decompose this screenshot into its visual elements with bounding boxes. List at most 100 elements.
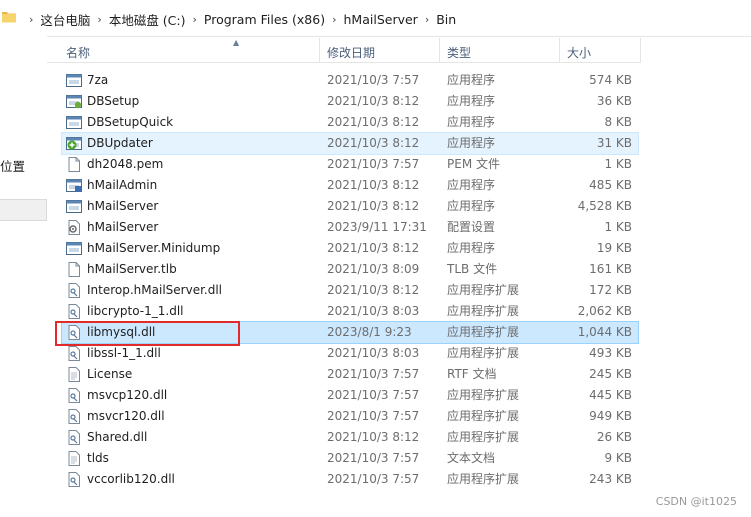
breadcrumb-separator-icon[interactable]: ›: [193, 13, 197, 26]
column-divider[interactable]: [439, 38, 440, 62]
file-row[interactable]: libcrypto-1_1.dll 2021/10/3 8:03 应用程序扩展 2,0…: [62, 301, 638, 322]
file-type: 应用程序: [447, 241, 496, 255]
file-type: 应用程序: [447, 94, 496, 108]
file-type: 应用程序扩展: [447, 346, 520, 360]
file-row[interactable]: msvcr120.dll 2021/10/3 7:57 应用程序扩展 949 KB: [62, 406, 638, 427]
file-row[interactable]: msvcp120.dll 2021/10/3 7:57 应用程序扩展 445 KB: [62, 385, 638, 406]
file-row[interactable]: hMailAdmin 2021/10/3 8:12 应用程序 485 KB: [62, 175, 638, 196]
file-name: hMailServer.tlb: [87, 262, 177, 276]
file-type: 应用程序: [447, 73, 496, 87]
file-row[interactable]: tlds 2021/10/3 7:57 文本文档 9 KB: [62, 448, 638, 469]
file-row[interactable]: dh2048.pem 2021/10/3 7:57 PEM 文件 1 KB: [62, 154, 638, 175]
breadcrumb-separator-icon[interactable]: ›: [332, 13, 336, 26]
file-row[interactable]: Shared.dll 2021/10/3 8:12 应用程序扩展 26 KB: [62, 427, 638, 448]
breadcrumb-item[interactable]: 这台电脑: [40, 10, 90, 29]
file-list: 7za 2021/10/3 7:57 应用程序 574 KB DBSetup 2021/1…: [61, 70, 639, 490]
breadcrumb-item[interactable]: Program Files (x86): [204, 12, 325, 27]
file-size: 243 KB: [589, 472, 632, 486]
file-date-modified: 2021/10/3 8:03: [327, 304, 420, 318]
address-bar[interactable]: › 这台电脑 › 本地磁盘 (C:) › Program Files (x86) › hMai…: [0, 0, 751, 37]
file-type: 应用程序扩展: [447, 409, 520, 423]
nav-location-label[interactable]: 位置: [0, 156, 25, 175]
file-row[interactable]: DBUpdater 2021/10/3 8:12 应用程序 31 KB: [61, 132, 639, 155]
file-row[interactable]: 7za 2021/10/3 7:57 应用程序 574 KB: [62, 70, 638, 91]
file-date-modified: 2021/10/3 8:12: [327, 178, 420, 192]
dll-file-icon: [68, 346, 80, 361]
file-type: 应用程序扩展: [447, 283, 520, 297]
dll-file-icon: [68, 430, 80, 445]
column-header-date[interactable]: 修改日期: [327, 44, 375, 61]
column-divider[interactable]: [559, 38, 560, 62]
dll-file-icon: [68, 304, 80, 319]
file-name: License: [87, 367, 133, 381]
breadcrumb-separator-icon[interactable]: ›: [29, 13, 33, 26]
file-type: 应用程序: [447, 115, 496, 129]
file-name: hMailAdmin: [87, 178, 158, 192]
file-size: 31 KB: [596, 136, 632, 150]
text-file-icon: [68, 451, 80, 466]
setup-app-icon: [66, 95, 82, 109]
column-divider[interactable]: [640, 38, 641, 62]
text-file-icon: [68, 367, 80, 382]
breadcrumb-item[interactable]: hMailServer: [344, 12, 418, 27]
file-date-modified: 2023/9/11 17:31: [327, 220, 427, 234]
file-date-modified: 2021/10/3 8:09: [327, 262, 420, 276]
file-row[interactable]: libssl-1_1.dll 2021/10/3 8:03 应用程序扩展 493 KB: [62, 343, 638, 364]
file-date-modified: 2021/10/3 7:57: [327, 157, 420, 171]
file-row[interactable]: DBSetup 2021/10/3 8:12 应用程序 36 KB: [62, 91, 638, 112]
file-row[interactable]: hMailServer 2023/9/11 17:31 配置设置 1 KB: [62, 217, 638, 238]
file-date-modified: 2021/10/3 8:03: [327, 346, 420, 360]
file-row[interactable]: vccorlib120.dll 2021/10/3 7:57 应用程序扩展 243 K…: [62, 469, 638, 490]
breadcrumb-item[interactable]: Bin: [436, 12, 456, 27]
file-size: 574 KB: [589, 73, 632, 87]
file-row[interactable]: Interop.hMailServer.dll 2021/10/3 8:12 应用程…: [62, 280, 638, 301]
file-size: 4,528 KB: [577, 199, 632, 213]
file-row[interactable]: DBSetupQuick 2021/10/3 8:12 应用程序 8 KB: [62, 112, 638, 133]
file-date-modified: 2021/10/3 7:57: [327, 367, 420, 381]
file-name: libcrypto-1_1.dll: [87, 304, 184, 318]
breadcrumb-separator-icon[interactable]: ›: [425, 13, 429, 26]
column-header-size[interactable]: 大小: [567, 44, 591, 61]
file-type: 文本文档: [447, 451, 496, 465]
breadcrumb-item[interactable]: 本地磁盘 (C:): [109, 10, 186, 29]
dll-file-icon: [68, 472, 80, 487]
file-name: DBSetupQuick: [87, 115, 174, 129]
file-date-modified: 2021/10/3 8:12: [327, 115, 420, 129]
file-name: Shared.dll: [87, 430, 148, 444]
blank-file-icon: [68, 262, 80, 277]
file-size: 245 KB: [589, 367, 632, 381]
nav-selected-item[interactable]: [0, 199, 47, 221]
file-type: TLB 文件: [447, 262, 498, 276]
file-date-modified: 2021/10/3 7:57: [327, 451, 420, 465]
file-date-modified: 2023/8/1 9:23: [327, 325, 412, 339]
column-header-name[interactable]: 名称: [66, 44, 90, 61]
file-type: RTF 文档: [447, 367, 497, 381]
file-type: PEM 文件: [447, 157, 500, 171]
file-row[interactable]: hMailServer.Minidump 2021/10/3 8:12 应用程序 19…: [62, 238, 638, 259]
breadcrumb-separator-icon[interactable]: ›: [97, 13, 101, 26]
file-row[interactable]: hMailServer 2021/10/3 8:12 应用程序 4,528 KB: [62, 196, 638, 217]
file-size: 172 KB: [589, 283, 632, 297]
navigation-pane[interactable]: 位置: [0, 36, 47, 517]
file-date-modified: 2021/10/3 7:57: [327, 472, 420, 486]
file-name: libssl-1_1.dll: [87, 346, 161, 360]
file-date-modified: 2021/10/3 8:12: [327, 241, 420, 255]
file-size: 949 KB: [589, 409, 632, 423]
file-name: Interop.hMailServer.dll: [87, 283, 223, 297]
breadcrumb: › 这台电脑 › 本地磁盘 (C:) › Program Files (x86) › hMai…: [22, 10, 456, 29]
column-divider[interactable]: [319, 38, 320, 62]
file-row[interactable]: hMailServer.tlb 2021/10/3 8:09 TLB 文件 161 K…: [62, 259, 638, 280]
file-type: 应用程序: [447, 178, 496, 192]
column-header-type[interactable]: 类型: [447, 44, 471, 61]
file-size: 8 KB: [604, 115, 632, 129]
file-name: msvcp120.dll: [87, 388, 168, 402]
file-size: 493 KB: [589, 346, 632, 360]
file-row[interactable]: License 2021/10/3 7:57 RTF 文档 245 KB: [62, 364, 638, 385]
file-name: DBSetup: [87, 94, 140, 108]
file-size: 26 KB: [596, 430, 632, 444]
dll-file-icon: [68, 388, 80, 403]
file-name: hMailServer: [87, 220, 159, 234]
column-header-row: 名称 ▲ 修改日期 类型 大小: [47, 38, 641, 63]
file-type: 应用程序扩展: [447, 325, 520, 339]
annotation-highlight-box: [55, 321, 240, 346]
